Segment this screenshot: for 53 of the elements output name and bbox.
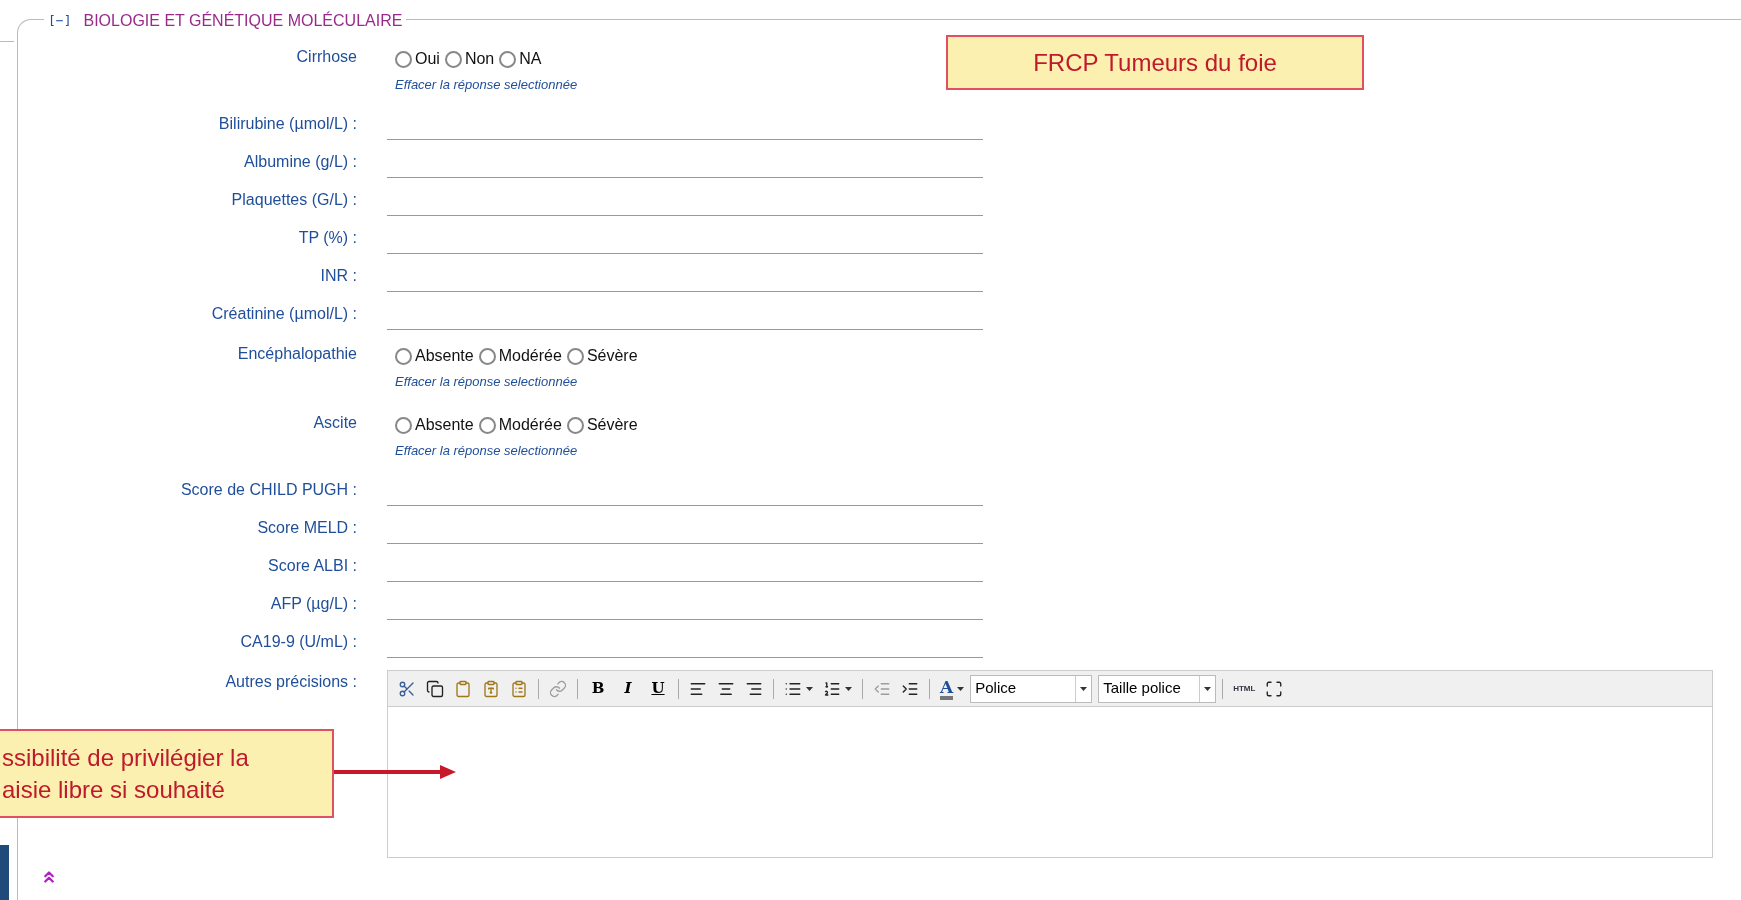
radio-option[interactable]: Oui [395,47,440,71]
field-label: Autres précisions : [225,673,357,690]
radio-option[interactable]: Sévère [566,344,638,368]
title-callout: FRCP Tumeurs du foie [946,35,1364,90]
field-label: CA19-9 (U/mL) : [240,633,357,650]
field-label: Bilirubine (µmol/L) : [218,115,357,132]
font-color-button[interactable]: A [936,676,969,701]
numbered-list-icon [823,679,841,698]
note-callout: ssibilité de privilégier la aisie libre si souhaité [0,729,334,818]
field-label: AFP (µg/L) : [270,595,357,612]
caret-icon [1080,686,1088,691]
field-label: Créatinine (µmol/L) : [211,305,357,322]
field-label: INR : [320,267,357,284]
field-label: Cirrhose [296,48,357,65]
html-button[interactable]: HTML [1229,676,1260,701]
italic-button[interactable]: I [614,676,642,701]
field-label: TP (%) : [298,229,357,246]
link-icon [549,679,567,698]
bold-button[interactable]: B [584,676,612,701]
copy-icon [426,679,444,698]
radio-option[interactable]: NA [499,47,542,71]
paste-icon [454,679,472,698]
field-label: Score MELD : [257,519,357,536]
clear-selection-link[interactable]: Effacer la réponse selectionnée [395,372,643,392]
section-title: BIOLOGIE ET GÉNÉTIQUE MOLÉCULAIRE [83,10,403,31]
paste-text-icon [482,679,500,698]
field-label: Score de CHILD PUGH : [180,481,357,498]
clear-selection-link[interactable]: Effacer la réponse selectionnée [395,75,578,95]
rich-text-editor[interactable]: B I U A Police Taille police HTML [387,670,1713,858]
radio-option[interactable]: Modérée [478,344,562,368]
clear-selection-link[interactable]: Effacer la réponse selectionnée [395,441,643,461]
caret-icon [957,686,965,691]
cut-icon [398,679,416,698]
caret-icon [1204,686,1212,691]
radio-option[interactable]: Modérée [478,413,562,437]
field-label: Encéphalopathie [237,345,357,362]
underline-button[interactable]: U [644,676,672,701]
collapse-toggle[interactable]: [−] [48,11,72,31]
field-label: Ascite [313,414,357,431]
radio-option[interactable]: Non [444,47,495,71]
radio-option[interactable]: Absente [395,413,474,437]
field-label: Albumine (g/L) : [244,153,357,170]
paste-word-icon [510,679,528,698]
fullscreen-icon [1265,679,1284,698]
caret-icon [806,686,813,691]
caret-icon [845,686,852,691]
side-panel-edge [0,845,9,900]
field-label: Plaquettes (G/L) : [231,191,357,208]
font-select[interactable]: Police [970,674,1093,703]
radio-option[interactable]: Absente [395,344,474,368]
field-label: Score ALBI : [268,557,357,574]
font-select[interactable]: Taille police [1098,674,1217,703]
radio-option[interactable]: Sévère [566,413,638,437]
